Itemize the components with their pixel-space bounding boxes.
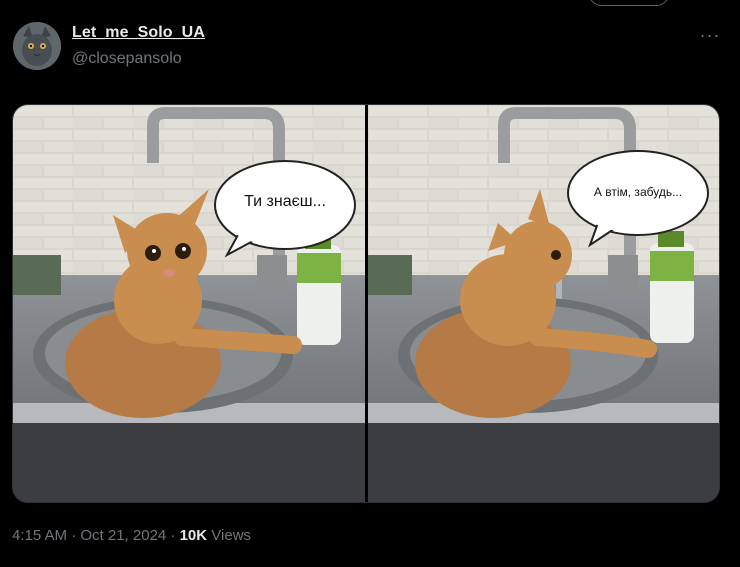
views-count: 10K bbox=[179, 527, 208, 544]
tweet-media[interactable]: Ти знаєш... А втім, забудь... bbox=[12, 104, 720, 503]
speech-bubble-text-left: Ти знаєш... bbox=[244, 193, 326, 210]
tweet-meta: 4:15 AM · Oct 21, 2024 · 10K Views bbox=[12, 527, 251, 544]
meme-panel-left: Ти знаєш... bbox=[13, 105, 365, 502]
speech-bubble-text-right: А втім, забудь... bbox=[593, 185, 683, 199]
user-handle[interactable]: @closepansolo bbox=[72, 50, 182, 68]
views-label: Views bbox=[207, 527, 252, 544]
cat-in-sink-image-left bbox=[13, 105, 365, 502]
cat-in-sink-image-right bbox=[368, 105, 719, 502]
timestamp[interactable]: 4:15 AM · Oct 21, 2024 · bbox=[12, 527, 180, 544]
meme-panel-right: А втім, забудь... bbox=[368, 105, 719, 502]
avatar-image bbox=[13, 22, 61, 70]
more-horizontal-icon[interactable]: ··· bbox=[698, 26, 722, 44]
follow-button-edge[interactable] bbox=[588, 0, 670, 6]
display-name[interactable]: Let_me_Solo_UA bbox=[72, 24, 205, 42]
avatar[interactable] bbox=[13, 22, 61, 70]
